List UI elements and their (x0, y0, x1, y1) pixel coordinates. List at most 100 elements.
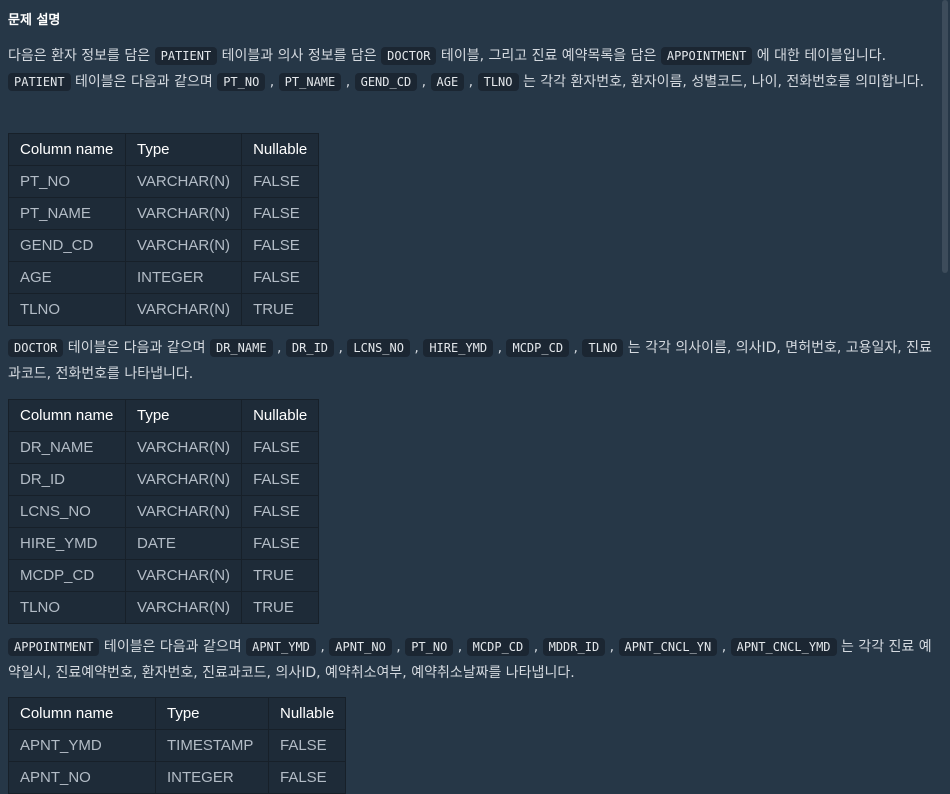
code-column: APNT_CNCL_YN (618, 638, 718, 656)
code-patient: PATIENT (8, 73, 71, 91)
appointment-paragraph: APPOINTMENT 테이블은 다음과 같으며 APNT_YMD , APNT… (8, 638, 932, 681)
table-row: APNT_NO INTEGER FALSE (8, 761, 347, 794)
cell-type: VARCHAR(N) (124, 165, 243, 198)
header-nullable: Nullable (267, 697, 347, 730)
code-column: TLNO (582, 339, 624, 357)
header-column-name: Column name (8, 399, 126, 432)
cell-column-name: DR_ID (8, 463, 126, 496)
cell-column-name: PT_NAME (8, 197, 126, 230)
cell-column-name: HIRE_YMD (8, 527, 126, 560)
code-column: LCNS_NO (347, 339, 410, 357)
table-row: MCDP_CD VARCHAR(N) TRUE (8, 559, 320, 592)
cell-column-name: PT_NO (8, 165, 126, 198)
table-row: HIRE_YMD DATE FALSE (8, 527, 320, 560)
code-appointment: APPOINTMENT (8, 638, 100, 656)
intro-text-3: 테이블, 그리고 진료 예약목록을 담은 (436, 48, 661, 64)
table-row: PT_NAME VARCHAR(N) FALSE (8, 197, 320, 230)
cell-type: INTEGER (124, 261, 243, 294)
cell-type: VARCHAR(N) (124, 229, 243, 262)
cell-column-name: APNT_NO (8, 761, 156, 794)
code-column: HIRE_YMD (423, 339, 494, 357)
cell-type: VARCHAR(N) (124, 495, 243, 528)
intro-text-4: 에 대한 테이블입니다. (752, 48, 887, 64)
cell-nullable: FALSE (267, 761, 347, 794)
table-header-row: Column name Type Nullable (8, 697, 347, 730)
appointment-desc-text-1: 테이블은 다음과 같으며 (99, 639, 247, 655)
code-column: AGE (430, 73, 465, 91)
patient-desc-text-2: 는 각각 환자번호, 환자이름, 성별코드, 나이, 전화번호를 의미합니다. (518, 74, 925, 90)
cell-type: VARCHAR(N) (124, 559, 243, 592)
code-column: APNT_CNCL_YMD (730, 638, 837, 656)
cell-nullable: FALSE (241, 495, 320, 528)
intro-paragraph: 다음은 환자 정보를 담은 PATIENT 테이블과 의사 정보를 담은 DOC… (8, 47, 925, 91)
header-type: Type (155, 697, 269, 730)
code-column: PT_NO (405, 638, 454, 656)
code-doctor: DOCTOR (381, 47, 437, 65)
cell-column-name: APNT_YMD (8, 729, 156, 762)
code-column: PT_NAME (278, 73, 342, 91)
header-column-name: Column name (8, 697, 156, 730)
header-nullable: Nullable (241, 133, 320, 166)
table-row: AGE INTEGER FALSE (8, 261, 320, 294)
cell-nullable: FALSE (267, 729, 347, 762)
code-column: APNT_YMD (246, 638, 316, 656)
doctor-paragraph: DOCTOR 테이블은 다음과 같으며 DR_NAME , DR_ID , LC… (8, 339, 932, 382)
appointment-table: Column name Type Nullable APNT_YMD TIMEST… (8, 697, 347, 794)
cell-type: VARCHAR(N) (124, 431, 243, 464)
cell-type: DATE (124, 527, 243, 560)
cell-nullable: TRUE (241, 559, 320, 592)
code-column: PT_NO (217, 73, 266, 91)
table-row: LCNS_NO VARCHAR(N) FALSE (8, 495, 320, 528)
cell-type: VARCHAR(N) (124, 463, 243, 496)
table-row: DR_ID VARCHAR(N) FALSE (8, 463, 320, 496)
scrollbar-thumb[interactable] (942, 0, 948, 273)
header-type: Type (124, 133, 243, 166)
doctor-desc-text-1: 테이블은 다음과 같으며 (63, 340, 210, 356)
cell-nullable: TRUE (241, 293, 320, 326)
code-column: DR_NAME (209, 339, 273, 357)
cell-nullable: FALSE (241, 165, 320, 198)
table-row: GEND_CD VARCHAR(N) FALSE (8, 229, 320, 262)
cell-type: TIMESTAMP (155, 729, 269, 762)
cell-column-name: GEND_CD (8, 229, 126, 262)
code-column: APNT_NO (329, 638, 392, 656)
table-header-row: Column name Type Nullable (8, 399, 320, 432)
cell-column-name: DR_NAME (8, 431, 126, 464)
code-column: GEND_CD (354, 73, 418, 91)
intro-text-2: 테이블과 의사 정보를 담은 (217, 48, 382, 64)
header-type: Type (124, 399, 243, 432)
table-row: APNT_YMD TIMESTAMP FALSE (8, 729, 347, 762)
doctor-table: Column name Type Nullable DR_NAME VARCHAR… (8, 399, 320, 624)
header-nullable: Nullable (241, 399, 320, 432)
cell-column-name: AGE (8, 261, 126, 294)
cell-column-name: MCDP_CD (8, 559, 126, 592)
code-patient: PATIENT (154, 47, 218, 65)
cell-type: INTEGER (155, 761, 269, 794)
table-row: TLNO VARCHAR(N) TRUE (8, 591, 320, 624)
code-column: MCDP_CD (506, 339, 570, 357)
cell-nullable: FALSE (241, 527, 320, 560)
cell-nullable: FALSE (241, 463, 320, 496)
patient-table: Column name Type Nullable PT_NO VARCHAR(N… (8, 133, 320, 326)
code-appointment: APPOINTMENT (660, 47, 753, 65)
cell-column-name: TLNO (8, 293, 126, 326)
cell-type: VARCHAR(N) (124, 293, 243, 326)
cell-column-name: LCNS_NO (8, 495, 126, 528)
cell-column-name: TLNO (8, 591, 126, 624)
cell-nullable: FALSE (241, 261, 320, 294)
code-column: MDDR_ID (542, 638, 606, 656)
table-row: PT_NO VARCHAR(N) FALSE (8, 165, 320, 198)
table-row: TLNO VARCHAR(N) TRUE (8, 293, 320, 326)
cell-nullable: FALSE (241, 229, 320, 262)
table-row: DR_NAME VARCHAR(N) FALSE (8, 431, 320, 464)
cell-nullable: FALSE (241, 431, 320, 464)
header-column-name: Column name (8, 133, 126, 166)
code-column: DR_ID (285, 339, 335, 357)
patient-desc-text-1: 테이블은 다음과 같으며 (70, 74, 218, 90)
code-doctor: DOCTOR (8, 339, 64, 357)
cell-nullable: TRUE (241, 591, 320, 624)
section-heading: 문제 설명 (8, 13, 61, 28)
cell-type: VARCHAR(N) (124, 591, 243, 624)
table-header-row: Column name Type Nullable (8, 133, 320, 166)
code-column: MCDP_CD (466, 638, 530, 656)
